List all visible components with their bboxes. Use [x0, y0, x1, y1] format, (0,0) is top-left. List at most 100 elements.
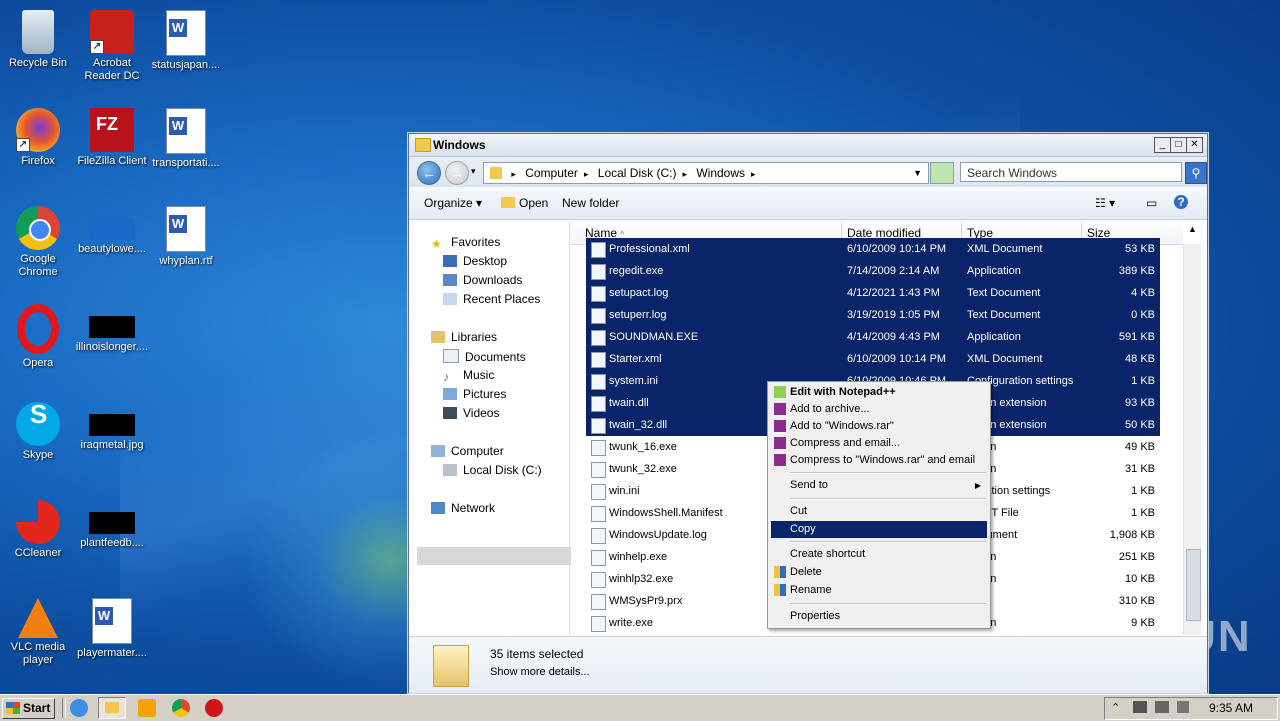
file-row[interactable]: SOUNDMAN.EXE 4/14/2009 4:43 PM Application…: [571, 326, 1183, 348]
breadcrumb[interactable]: ▸ Computer ▸ Local Disk (C:) ▸ Windows ▸ ▼: [483, 162, 929, 184]
desktop-icon-statusjapan[interactable]: statusjapan....: [148, 4, 224, 72]
file-name: WMSysPr9.prx: [609, 595, 683, 607]
folder-icon: [105, 702, 119, 713]
desktop-icon-opera[interactable]: Opera: [0, 298, 76, 370]
menu-item-edit-notepadpp[interactable]: Edit with Notepad++: [771, 384, 987, 401]
menu-item-properties[interactable]: Properties: [771, 608, 987, 625]
file-type: Application: [967, 331, 1021, 343]
nav-videos[interactable]: Videos: [443, 406, 499, 420]
nav-local-disk[interactable]: Local Disk (C:): [443, 463, 542, 477]
opera-icon[interactable]: [205, 699, 223, 717]
file-row[interactable]: setuperr.log 3/19/2019 1:05 PM Text Docume…: [571, 304, 1183, 326]
breadcrumb-windows[interactable]: Windows: [696, 166, 745, 180]
media-player-icon[interactable]: [138, 699, 156, 717]
nav-downloads[interactable]: Downloads: [443, 273, 522, 287]
volume-icon[interactable]: [1177, 701, 1189, 713]
file-size: 591 KB: [1118, 331, 1155, 343]
search-icon[interactable]: ⚲: [1185, 162, 1207, 184]
desktop-icon-filezilla[interactable]: FileZilla Client: [74, 102, 150, 168]
close-button[interactable]: ✕: [1186, 137, 1203, 153]
menu-item-create-shortcut[interactable]: Create shortcut: [771, 546, 987, 563]
nav-documents[interactable]: Documents: [443, 349, 526, 364]
explorer-taskbar-button[interactable]: [98, 697, 126, 719]
show-more-details-link[interactable]: Show more details...: [490, 666, 590, 678]
nav-recent-places[interactable]: Recent Places: [443, 292, 540, 306]
organize-button[interactable]: Organize ▾: [424, 196, 482, 210]
menu-item-compress-email[interactable]: Compress and email...: [771, 435, 987, 452]
breadcrumb-local-disk[interactable]: Local Disk (C:): [598, 166, 677, 180]
menu-item-send-to[interactable]: Send to ▶: [771, 477, 987, 494]
menu-item-compress-rar-email[interactable]: Compress to "Windows.rar" and email: [771, 452, 987, 469]
file-date: 4/12/2021 1:43 PM: [847, 287, 940, 299]
scrollbar-thumb[interactable]: [1186, 549, 1201, 621]
address-dropdown-icon[interactable]: ▼: [913, 163, 922, 183]
back-button[interactable]: ←: [417, 161, 441, 185]
desktop-icon-transportati[interactable]: transportati....: [148, 102, 224, 170]
file-name: WindowsUpdate.log: [609, 529, 707, 541]
ie-icon[interactable]: [70, 699, 88, 717]
menu-item-rename[interactable]: Rename: [771, 582, 987, 599]
window-titlebar[interactable]: Windows _ □ ✕: [409, 134, 1207, 157]
vertical-scrollbar[interactable]: ▲: [1183, 224, 1201, 635]
new-folder-button[interactable]: New folder: [562, 196, 619, 210]
desktop-icon-chrome[interactable]: Google Chrome: [0, 200, 76, 279]
nav-favorites[interactable]: ★ Favorites: [431, 235, 500, 251]
view-options-icon[interactable]: ☷ ▾: [1095, 196, 1115, 210]
context-menu[interactable]: Edit with Notepad++ Add to archive... Ad…: [767, 381, 991, 629]
menu-item-delete[interactable]: Delete: [771, 564, 987, 581]
desktop-icon-iraqmetal[interactable]: iraqmetal.jpg: [74, 396, 150, 452]
menu-item-copy[interactable]: Copy: [771, 521, 987, 538]
desktop-icon-recycle-bin[interactable]: Recycle Bin: [0, 4, 76, 70]
desktop-icon-firefox[interactable]: ↗ Firefox: [0, 102, 76, 168]
forward-button[interactable]: →: [445, 161, 469, 185]
show-hidden-icons-icon[interactable]: ⌃: [1111, 701, 1120, 714]
file-type: Text Document: [967, 287, 1041, 299]
nav-local-disk-label: Local Disk (C:): [463, 463, 542, 477]
action-center-icon[interactable]: [1133, 701, 1147, 713]
details-pane: 35 items selected Show more details...: [409, 636, 1207, 693]
chrome-icon[interactable]: [172, 699, 190, 717]
file-name: setuperr.log: [609, 309, 667, 321]
file-icon: [591, 594, 606, 610]
file-row[interactable]: Starter.xml 6/10/2009 10:14 PM XML Documen…: [571, 348, 1183, 370]
desktop-icon-illinoislonger[interactable]: illinoislonger....: [74, 298, 150, 354]
desktop-icon-label: plantfeedb....: [80, 537, 144, 549]
breadcrumb-computer[interactable]: Computer: [525, 166, 578, 180]
menu-item-label: Copy: [790, 523, 816, 535]
desktop-icon-playermater[interactable]: playermater....: [74, 592, 150, 660]
file-icon: [591, 616, 606, 632]
nav-pictures[interactable]: Pictures: [443, 387, 506, 401]
nav-computer[interactable]: Computer: [431, 444, 504, 458]
desktop-icon-whyplan[interactable]: whyplan.rtf: [148, 200, 224, 268]
help-icon[interactable]: ?: [1174, 195, 1188, 209]
nav-network[interactable]: Network: [431, 501, 495, 515]
menu-item-add-windows-rar[interactable]: Add to "Windows.rar": [771, 418, 987, 435]
search-input[interactable]: Search Windows: [960, 162, 1182, 182]
desktop-icon-vlc[interactable]: VLC media player: [0, 592, 76, 667]
maximize-button[interactable]: □: [1170, 137, 1187, 153]
preview-pane-icon[interactable]: ▭: [1146, 196, 1157, 210]
minimize-button[interactable]: _: [1154, 137, 1171, 153]
desktop-icon-beautylowe[interactable]: beautylowe....: [74, 200, 150, 256]
scroll-up-icon[interactable]: ▲: [1188, 224, 1197, 234]
desktop-icon-skype[interactable]: Skype: [0, 396, 76, 462]
refresh-button[interactable]: [930, 162, 954, 184]
history-dropdown-icon[interactable]: ▾: [471, 166, 476, 177]
nav-music[interactable]: ♪ Music: [443, 368, 494, 384]
desktop-icon-ccleaner[interactable]: CCleaner: [0, 494, 76, 560]
clock[interactable]: 9:35 AM: [1209, 701, 1253, 715]
menu-item-cut[interactable]: Cut: [771, 503, 987, 520]
nav-desktop[interactable]: Desktop: [443, 254, 507, 268]
desktop-icon-plantfeedb[interactable]: plantfeedb....: [74, 494, 150, 550]
filezilla-icon: [90, 108, 134, 152]
network-icon[interactable]: [1155, 701, 1169, 713]
file-row[interactable]: regedit.exe 7/14/2009 2:14 AM Application 3…: [571, 260, 1183, 282]
desktop-icon-acrobat[interactable]: ↗ Acrobat Reader DC: [74, 4, 150, 83]
file-row[interactable]: setupact.log 4/12/2021 1:43 PM Text Docume…: [571, 282, 1183, 304]
menu-item-add-archive[interactable]: Add to archive...: [771, 401, 987, 418]
file-icon: [591, 440, 606, 456]
nav-libraries[interactable]: Libraries: [431, 330, 497, 344]
start-button[interactable]: Start: [2, 698, 55, 719]
file-row[interactable]: Professional.xml 6/10/2009 10:14 PM XML Do…: [571, 238, 1183, 260]
open-button[interactable]: Open: [501, 196, 548, 210]
